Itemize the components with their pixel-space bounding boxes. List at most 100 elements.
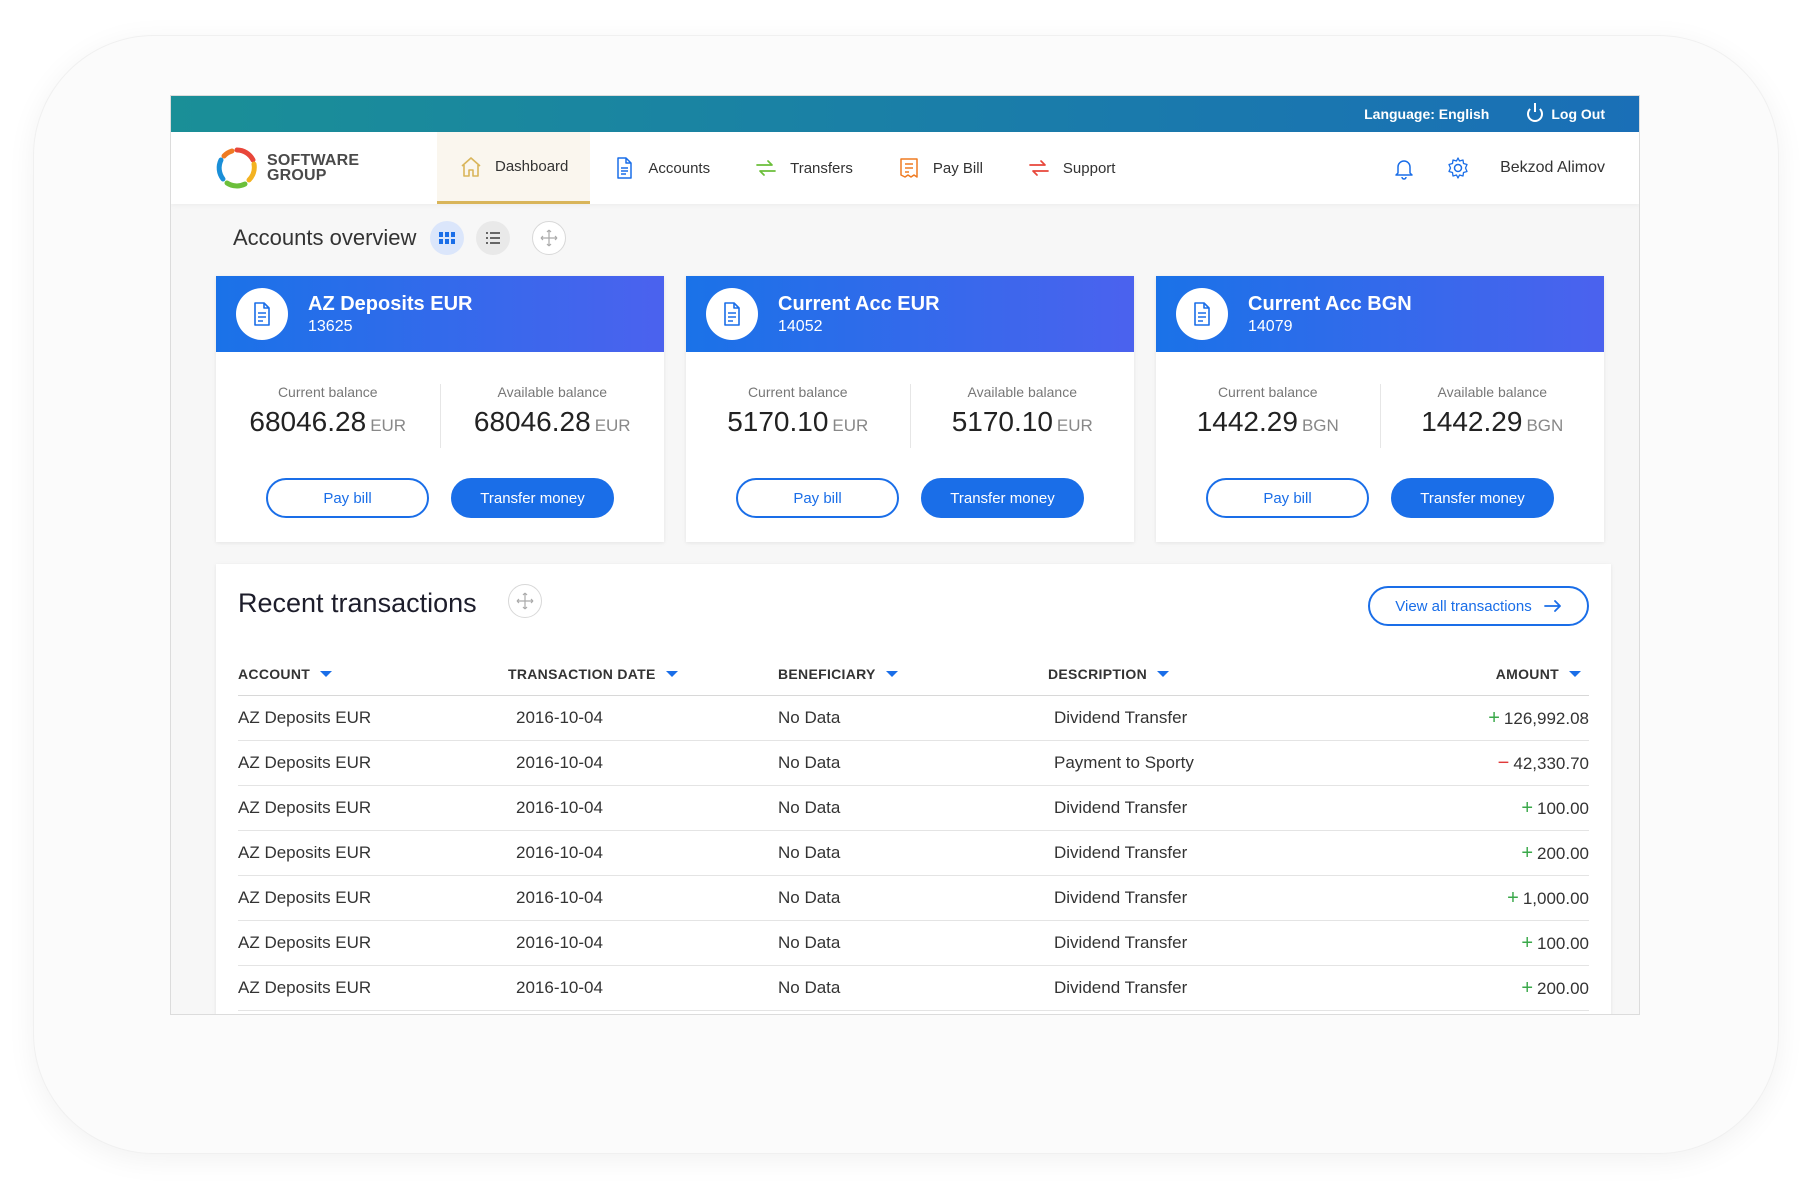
move-widget-button[interactable] bbox=[532, 221, 567, 255]
cell-amount: +126,992.08 bbox=[1378, 707, 1589, 730]
currency-code: EUR bbox=[594, 416, 631, 435]
cell-beneficiary: No Data bbox=[778, 888, 841, 907]
nav-label: Transfers bbox=[790, 159, 853, 177]
table-row[interactable]: AZ Deposits EUR 2016-10-04 No Data Payme… bbox=[238, 741, 1589, 786]
account-actions: Pay bill Transfer money bbox=[216, 478, 664, 518]
cell-amount: −42,330.70 bbox=[1378, 752, 1589, 775]
pay-bill-button[interactable]: Pay bill bbox=[736, 478, 899, 518]
account-name[interactable]: AZ Deposits EUR bbox=[308, 293, 472, 316]
brand-logo[interactable]: SOFTWARE GROUP bbox=[215, 132, 437, 204]
account-name[interactable]: Current Acc BGN bbox=[1248, 293, 1412, 316]
nav-item-transfers[interactable]: Transfers bbox=[732, 132, 875, 204]
cell-description: Dividend Transfer bbox=[1054, 843, 1188, 862]
current-balance-value: 1442.29 bbox=[1196, 406, 1298, 437]
document-icon bbox=[617, 157, 633, 179]
amount-value: 100.00 bbox=[1537, 933, 1589, 953]
column-label: DESCRIPTION bbox=[1048, 665, 1147, 682]
currency-code: EUR bbox=[370, 416, 407, 435]
amount-value: 126,992.08 bbox=[1503, 708, 1589, 728]
cell-description: Dividend Transfer bbox=[1054, 888, 1188, 907]
cell-date: 2016-10-04 bbox=[516, 978, 603, 997]
table-row[interactable]: AZ Deposits EUR 2016-10-04 No Data Divid… bbox=[238, 831, 1589, 876]
transfer-icon bbox=[756, 160, 776, 176]
transfer-money-button[interactable]: Transfer money bbox=[921, 478, 1084, 518]
current-balance: Current balance 68046.28 EUR bbox=[216, 384, 440, 448]
nav-item-accounts[interactable]: Accounts bbox=[590, 132, 732, 204]
nav-item-support[interactable]: Support bbox=[1005, 132, 1138, 204]
sort-description-header[interactable]: DESCRIPTION bbox=[1048, 666, 1169, 682]
current-balance-label: Current balance bbox=[747, 384, 848, 400]
nav-label: Support bbox=[1062, 159, 1116, 177]
pay-bill-button[interactable]: Pay bill bbox=[266, 478, 429, 518]
cell-beneficiary: No Data bbox=[778, 708, 841, 727]
bell-icon[interactable] bbox=[1392, 156, 1416, 180]
cell-amount: +200.00 bbox=[1378, 977, 1589, 1000]
cell-description: Dividend Transfer bbox=[1054, 933, 1188, 952]
cell-description: Dividend Transfer bbox=[1054, 978, 1188, 997]
move-widget-button[interactable] bbox=[508, 584, 542, 618]
caret-down-icon bbox=[320, 670, 333, 677]
table-row[interactable]: AZ Deposits EUR 2016-10-04 No Data Divid… bbox=[238, 696, 1589, 741]
currency-code: BGN bbox=[1301, 416, 1339, 435]
cell-date: 2016-10-04 bbox=[516, 798, 603, 817]
amount-value: 100.00 bbox=[1537, 798, 1589, 818]
language-selector[interactable]: Language: English bbox=[1364, 106, 1489, 122]
user-name[interactable]: Bekzod Alimov bbox=[1500, 159, 1605, 177]
cell-account: AZ Deposits EUR bbox=[238, 933, 372, 952]
account-card: AZ Deposits EUR 13625 Current balance 68… bbox=[216, 276, 664, 542]
move-icon bbox=[516, 592, 534, 610]
sort-amount-header[interactable]: AMOUNT bbox=[1496, 666, 1581, 682]
nav-label: Dashboard bbox=[495, 158, 569, 175]
account-name[interactable]: Current Acc EUR bbox=[778, 293, 940, 316]
grid-icon bbox=[439, 232, 456, 244]
logout-button[interactable]: Log Out bbox=[1527, 103, 1605, 122]
sort-beneficiary-header[interactable]: BENEFICIARY bbox=[778, 666, 898, 682]
view-all-transactions-button[interactable]: View all transactions bbox=[1368, 586, 1589, 626]
current-balance: Current balance 5170.10 EUR bbox=[686, 384, 910, 448]
cell-account: AZ Deposits EUR bbox=[238, 753, 372, 772]
pay-bill-button[interactable]: Pay bill bbox=[1206, 478, 1369, 518]
account-number: 14079 bbox=[1248, 317, 1293, 335]
table-row[interactable]: AZ Deposits EUR 2016-10-04 No Data Divid… bbox=[238, 786, 1589, 831]
cell-date: 2016-10-04 bbox=[516, 843, 603, 862]
nav-item-dashboard[interactable]: Dashboard bbox=[437, 132, 591, 204]
account-balances: Current balance 68046.28 EUR Available ba… bbox=[216, 384, 664, 448]
cell-amount: +200.00 bbox=[1378, 842, 1589, 865]
transfer-money-button[interactable]: Transfer money bbox=[451, 478, 614, 518]
grid-view-button[interactable] bbox=[430, 221, 465, 255]
transfer-money-button[interactable]: Transfer money bbox=[1391, 478, 1554, 518]
accounts-overview-header: Accounts overview bbox=[233, 221, 567, 255]
list-view-button[interactable] bbox=[476, 221, 511, 255]
banking-app-window: Language: English Log Out SOFTWARE GROUP bbox=[170, 95, 1640, 1015]
caret-down-icon bbox=[885, 670, 898, 677]
amount-value: 42,330.70 bbox=[1513, 753, 1589, 773]
account-actions: Pay bill Transfer money bbox=[686, 478, 1134, 518]
top-strip: Language: English Log Out bbox=[171, 96, 1639, 132]
currency-code: EUR bbox=[832, 416, 869, 435]
account-card-header: Current Acc BGN 14079 bbox=[1156, 276, 1604, 352]
table-row[interactable]: AZ Deposits EUR 2016-10-04 No Data Divid… bbox=[238, 876, 1589, 921]
caret-down-icon bbox=[665, 670, 678, 677]
logo-text: SOFTWARE GROUP bbox=[267, 153, 359, 184]
support-icon bbox=[1029, 160, 1049, 176]
available-balance-label: Available balance bbox=[1437, 384, 1548, 400]
caret-down-icon bbox=[1569, 670, 1581, 677]
bill-icon bbox=[900, 158, 918, 178]
account-number: 14052 bbox=[778, 317, 823, 335]
nav-item-pay-bill[interactable]: Pay Bill bbox=[875, 132, 1005, 204]
column-label: TRANSACTION DATE bbox=[508, 665, 656, 682]
cell-beneficiary: No Data bbox=[778, 798, 841, 817]
column-label: ACCOUNT bbox=[238, 665, 311, 682]
gear-icon[interactable] bbox=[1446, 156, 1470, 180]
table-row[interactable]: AZ Deposits EUR 2016-10-04 No Data Divid… bbox=[238, 966, 1589, 1011]
available-balance-value: 5170.10 bbox=[951, 406, 1053, 437]
view-all-label: View all transactions bbox=[1395, 597, 1532, 615]
power-icon bbox=[1527, 103, 1544, 122]
sort-date-header[interactable]: TRANSACTION DATE bbox=[508, 666, 678, 682]
plus-icon: + bbox=[1521, 796, 1533, 819]
cell-amount: +100.00 bbox=[1378, 932, 1589, 955]
available-balance: Available balance 68046.28 EUR bbox=[439, 384, 665, 448]
sort-account-header[interactable]: ACCOUNT bbox=[238, 665, 333, 682]
table-row[interactable]: AZ Deposits EUR 2016-10-04 No Data Divid… bbox=[238, 921, 1589, 966]
plus-icon: + bbox=[1521, 931, 1533, 954]
